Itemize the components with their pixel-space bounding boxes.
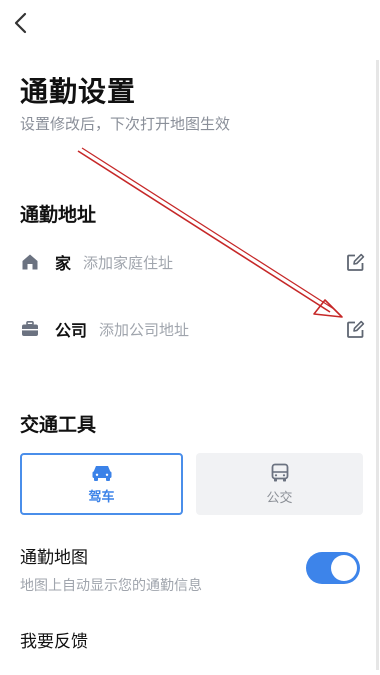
company-address-placeholder: 添加公司地址	[99, 320, 190, 339]
chevron-left-icon	[14, 12, 27, 34]
briefcase-icon	[20, 319, 40, 339]
edit-company-icon[interactable]	[344, 318, 366, 340]
home-icon	[20, 252, 40, 272]
address-section-title: 通勤地址	[20, 204, 97, 226]
commute-map-toggle[interactable]	[306, 552, 360, 584]
company-label: 公司	[55, 321, 88, 340]
bus-icon	[271, 463, 288, 481]
home-address-placeholder: 添加家庭住址	[83, 253, 174, 272]
home-label: 家	[55, 254, 72, 273]
company-address-row[interactable]: 公司 添加公司地址	[20, 311, 366, 347]
commute-map-description: 地图上自动显示您的通勤信息	[20, 578, 202, 594]
mode-car-label: 驾车	[88, 489, 115, 505]
back-button[interactable]	[6, 8, 36, 38]
home-address-row[interactable]: 家 添加家庭住址	[20, 244, 366, 280]
toggle-knob	[331, 555, 357, 581]
scrollbar[interactable]	[376, 60, 379, 670]
page-title: 通勤设置	[20, 75, 137, 108]
feedback-link[interactable]: 我要反馈	[20, 627, 88, 652]
car-icon	[92, 465, 111, 481]
mode-car-button[interactable]: 驾车	[20, 453, 183, 515]
mode-bus-button[interactable]: 公交	[196, 453, 363, 515]
page-subtitle: 设置修改后，下次打开地图生效	[20, 115, 231, 133]
edit-home-icon[interactable]	[344, 251, 366, 273]
mode-bus-label: 公交	[266, 490, 293, 506]
transport-section-title: 交通工具	[20, 414, 97, 436]
commute-map-title: 通勤地图	[20, 548, 88, 568]
